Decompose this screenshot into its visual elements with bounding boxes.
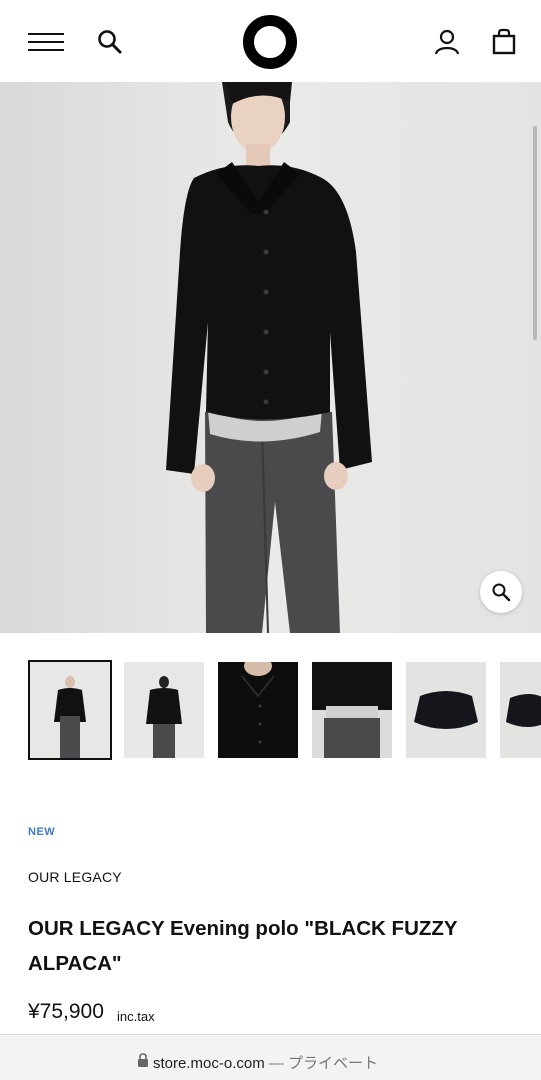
thumbnail-front[interactable] bbox=[28, 660, 112, 760]
thumbnail-hem-detail[interactable] bbox=[312, 662, 392, 758]
hamburger-menu-icon[interactable] bbox=[28, 31, 64, 53]
thumbnail-strip bbox=[0, 660, 541, 762]
thumbnail-flat-back[interactable] bbox=[500, 662, 541, 758]
private-mode-label: プライベート bbox=[288, 1055, 379, 1072]
address-text[interactable]: store.moc-o.com — プライベート bbox=[153, 1052, 378, 1073]
product-price: ¥75,900 bbox=[28, 1000, 104, 1023]
page-scrollbar[interactable] bbox=[533, 126, 537, 340]
product-title: OUR LEGACY Evening polo "BLACK FUZZY ALP… bbox=[28, 917, 458, 975]
product-main-image[interactable] bbox=[0, 82, 541, 633]
zoom-button[interactable] bbox=[480, 571, 522, 613]
account-icon[interactable] bbox=[432, 27, 462, 57]
search-icon[interactable] bbox=[96, 28, 124, 56]
thumbnail-collar-detail[interactable] bbox=[218, 662, 298, 758]
model-illustration bbox=[0, 82, 541, 633]
url-separator: — bbox=[268, 1055, 284, 1072]
product-brand[interactable]: OUR LEGACY bbox=[28, 869, 122, 885]
price-tax-note: inc.tax bbox=[117, 1009, 155, 1024]
thumbnail-back[interactable] bbox=[124, 662, 204, 758]
new-badge: NEW bbox=[28, 826, 56, 838]
browser-address-bar[interactable]: store.moc-o.com — プライベート bbox=[0, 1034, 541, 1080]
thumbnail-flat-front[interactable] bbox=[406, 662, 486, 758]
shopping-bag-icon[interactable] bbox=[489, 27, 519, 57]
lock-icon bbox=[138, 1053, 148, 1067]
site-header bbox=[0, 0, 541, 82]
brand-logo[interactable] bbox=[243, 15, 297, 69]
magnifier-icon bbox=[492, 583, 511, 602]
url-domain: store.moc-o.com bbox=[153, 1055, 265, 1072]
